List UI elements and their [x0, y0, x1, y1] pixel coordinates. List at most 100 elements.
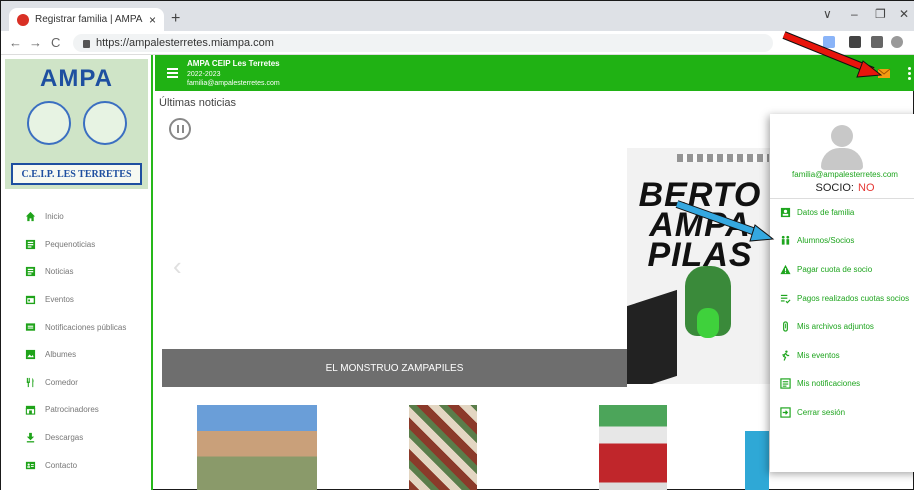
sidebar-item-comedor[interactable]: Comedor [1, 369, 151, 397]
sidebar-item-label: Patrocinadores [45, 405, 99, 415]
sidebar-item-albumes[interactable]: Albumes [1, 341, 151, 369]
tab-title: Registrar familia | AMPA CEIP Les [35, 14, 145, 25]
sidebar-item-eventos[interactable]: Eventos [1, 286, 151, 314]
news-poster-image[interactable]: BERTO AMPA PILAS [627, 148, 773, 384]
cutlery-icon [26, 377, 34, 387]
lock-icon [83, 40, 90, 48]
sidebar-item-contacto[interactable]: Contacto [1, 451, 151, 479]
sidebar-item-notificaciones-publicas[interactable]: Notificaciones públicas [1, 313, 151, 341]
gallery-thumbnail[interactable] [745, 405, 769, 490]
sidebar-item-pequenoticias[interactable]: Pequenoticias [1, 231, 151, 259]
poster-title: BERTO AMPA PILAS [638, 176, 762, 274]
running-icon [782, 350, 790, 361]
list-check-icon [780, 294, 791, 304]
gallery-thumbnail[interactable] [409, 405, 477, 490]
pause-icon[interactable] [169, 118, 191, 140]
url-text: https://ampalesterretes.miampa.com [96, 37, 274, 49]
calendar-icon [25, 295, 36, 305]
logo-child-face-icon [27, 101, 71, 145]
carousel-caption[interactable]: EL MONSTRUO ZAMPAPILES [162, 349, 627, 387]
menu-item-label: Mis eventos [797, 350, 840, 360]
menu-item-pagar-cuota[interactable]: Pagar cuota de socio [770, 255, 914, 284]
menu-item-label: Datos de familia [797, 207, 855, 217]
sidebar-item-label: Eventos [45, 295, 74, 305]
maximize-button[interactable]: ❐ [875, 7, 886, 21]
address-bar: ← → C https://ampalesterretes.miampa.com [1, 31, 914, 55]
monster-body [697, 308, 719, 338]
sidebar-item-noticias[interactable]: Noticias [1, 258, 151, 286]
tab-search-icon[interactable]: ∨ [823, 7, 832, 21]
profile-dropdown: familia@ampalesterretes.com SOCIO: NO Dat… [770, 114, 914, 472]
reading-list-icon[interactable] [871, 36, 883, 48]
browser-tab[interactable]: Registrar familia | AMPA CEIP Les × [9, 8, 164, 31]
sidebar-item-label: Albumes [45, 350, 77, 360]
profile-menu-list: Datos de familia Alumnos/Socios Pagar cu… [770, 198, 914, 427]
sidebar-item-label: Descargas [45, 433, 84, 443]
kebab-menu-icon[interactable] [908, 67, 911, 82]
store-icon [25, 406, 36, 416]
avatar-icon [819, 125, 865, 171]
gallery-thumbnail[interactable] [599, 405, 667, 490]
reload-button[interactable]: C [51, 35, 60, 50]
back-button[interactable]: ← [9, 35, 22, 50]
menu-item-mis-eventos[interactable]: Mis eventos [770, 341, 914, 370]
news-icon [25, 239, 36, 249]
app-header: AMPA CEIP Les Terretes 2022-2023 familia… [155, 55, 914, 91]
paperclip-icon [783, 321, 788, 332]
ampa-logo[interactable]: AMPA C.E.I.P. LES TERRETES [5, 59, 148, 189]
logo-school-banner: C.E.I.P. LES TERRETES [11, 163, 142, 185]
menu-item-mis-notificaciones[interactable]: Mis notificaciones [770, 370, 914, 399]
image-icon [25, 350, 36, 360]
menu-item-archivos-adjuntos[interactable]: Mis archivos adjuntos [770, 312, 914, 341]
sidebar-item-label: Contacto [45, 460, 78, 470]
sidebar-item-inicio[interactable]: Inicio [1, 203, 151, 231]
download-icon [26, 432, 35, 443]
contact-icon [25, 461, 36, 469]
sidebar-item-label: Pequenoticias [45, 239, 96, 249]
sidebar-item-descargas[interactable]: Descargas [1, 424, 151, 452]
logout-icon [780, 407, 791, 418]
menu-item-label: Mis archivos adjuntos [797, 322, 874, 332]
news-panel: Últimas noticias ‹ BERTO AMPA PILAS EL M… [155, 91, 773, 391]
family-icon [780, 207, 791, 217]
socio-label: SOCIO: [815, 182, 854, 194]
profile-icon[interactable] [891, 36, 903, 48]
people-icon [781, 236, 790, 246]
news-icon [25, 267, 36, 277]
menu-item-cerrar-sesion[interactable]: Cerrar sesión [770, 398, 914, 427]
poster-shape [627, 289, 677, 384]
hamburger-menu-icon[interactable] [167, 68, 178, 80]
sidebar: AMPA C.E.I.P. LES TERRETES Inicio Pequen… [1, 55, 153, 490]
menu-item-pagos-realizados[interactable]: Pagos realizados cuotas socios [770, 284, 914, 313]
carousel-prev-icon[interactable]: ‹ [173, 251, 182, 282]
tab-close-icon[interactable]: × [149, 13, 156, 27]
header-school-name: AMPA CEIP Les Terretes [187, 59, 280, 68]
notifications-icon [780, 378, 791, 390]
sidebar-item-label: Inicio [45, 212, 64, 222]
gallery-thumbnail[interactable] [197, 405, 317, 490]
minimize-button[interactable]: ‒ [851, 7, 858, 21]
forward-button[interactable]: → [29, 35, 42, 50]
mail-notification-icon[interactable] [877, 66, 891, 80]
section-title: Últimas noticias [159, 97, 237, 109]
menu-item-datos-familia[interactable]: Datos de familia [770, 198, 914, 227]
menu-item-label: Mis notificaciones [797, 379, 861, 389]
logo-title: AMPA [40, 65, 113, 92]
message-icon [25, 323, 36, 331]
socio-value: NO [858, 182, 875, 194]
menu-item-alumnos-socios[interactable]: Alumnos/Socios [770, 227, 914, 256]
close-window-button[interactable]: ✕ [899, 7, 909, 21]
sidebar-item-label: Comedor [45, 377, 78, 387]
gallery-thumbnails [155, 397, 769, 490]
sidebar-item-patrocinadores[interactable]: Patrocinadores [1, 396, 151, 424]
extensions-puzzle-icon[interactable] [849, 36, 861, 48]
home-icon [25, 212, 36, 222]
url-field[interactable]: https://ampalesterretes.miampa.com [73, 34, 773, 52]
socio-status: SOCIO: NO [770, 182, 914, 194]
extension-icon[interactable] [823, 36, 835, 48]
logo-child-face-icon [83, 101, 127, 145]
browser-tab-bar: Registrar familia | AMPA CEIP Les × + ∨ … [1, 1, 914, 31]
menu-item-label: Cerrar sesión [797, 407, 846, 417]
menu-item-label: Alumnos/Socios [797, 236, 855, 246]
new-tab-button[interactable]: + [171, 10, 180, 28]
